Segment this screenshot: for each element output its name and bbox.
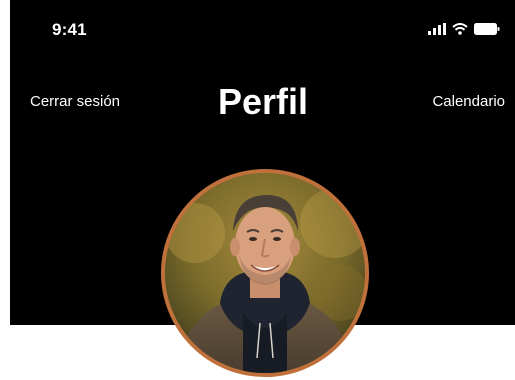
status-bar: 9:41: [10, 0, 515, 60]
calendar-button[interactable]: Calendario: [432, 92, 505, 112]
profile-screen: 9:41 Cerrar sesión Perfil Calendario: [0, 0, 515, 380]
avatar[interactable]: [161, 169, 369, 377]
avatar-photo: [165, 173, 365, 373]
page-title: Perfil: [218, 81, 309, 122]
status-icons: [428, 22, 500, 40]
logout-button[interactable]: Cerrar sesión: [30, 92, 120, 112]
cellular-signal-icon: [428, 22, 446, 40]
wifi-icon: [452, 22, 468, 40]
battery-icon: [474, 22, 500, 40]
status-time: 9:41: [52, 20, 87, 39]
